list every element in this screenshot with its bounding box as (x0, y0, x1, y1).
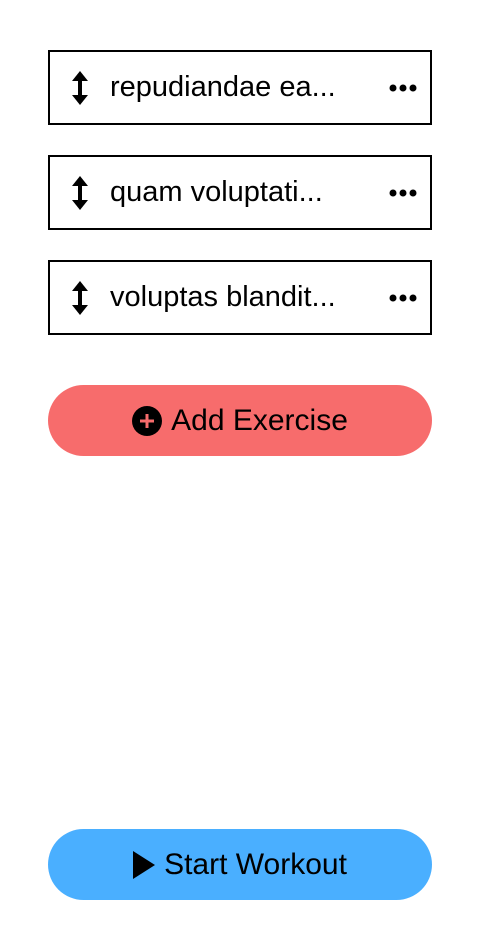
exercise-name: repudiandae ea... (110, 71, 336, 103)
add-exercise-label: Add Exercise (171, 403, 348, 437)
drag-handle-icon[interactable] (50, 262, 110, 333)
drag-handle-icon[interactable] (50, 52, 110, 123)
more-options-icon[interactable] (376, 52, 430, 123)
more-options-icon[interactable] (376, 157, 430, 228)
add-exercise-button[interactable]: Add Exercise (48, 385, 432, 456)
start-workout-label: Start Workout (164, 847, 347, 881)
start-workout-button[interactable]: Start Workout (48, 829, 432, 900)
plus-circle-icon (132, 405, 163, 436)
exercise-name: quam voluptati... (110, 176, 323, 208)
more-options-icon[interactable] (376, 262, 430, 333)
exercise-item[interactable]: quam voluptati... (48, 155, 432, 230)
exercise-list: repudiandae ea... quam voluptati... volu… (48, 50, 432, 365)
drag-handle-icon[interactable] (50, 157, 110, 228)
play-icon (133, 850, 156, 879)
exercise-item[interactable]: repudiandae ea... (48, 50, 432, 125)
exercise-item[interactable]: voluptas blandit... (48, 260, 432, 335)
exercise-name: voluptas blandit... (110, 281, 336, 313)
